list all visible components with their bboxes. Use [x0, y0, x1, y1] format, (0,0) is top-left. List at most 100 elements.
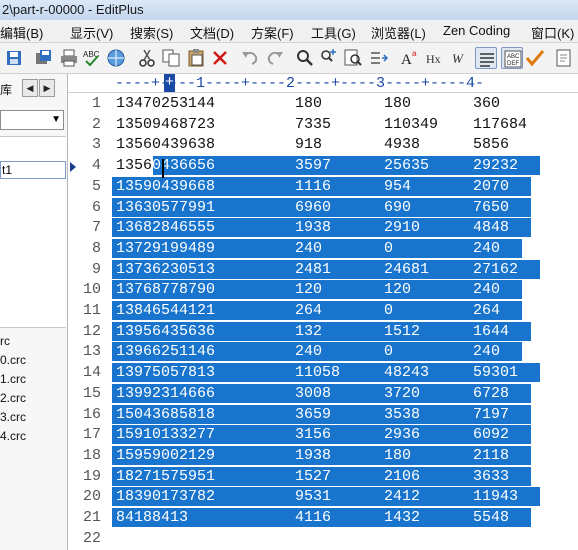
text-cell: 1527: [295, 467, 332, 485]
text-line[interactable]: 13470253144 180 180 360: [106, 93, 578, 113]
text-cell: 59301: [473, 364, 519, 382]
text-cell: 25635: [384, 157, 430, 175]
text-line[interactable]: 13630577991 6960 690 7650: [106, 197, 578, 217]
file-list-item[interactable]: rc: [0, 334, 10, 348]
directory-tree[interactable]: t1: [0, 136, 66, 328]
line-number: 11: [82, 302, 101, 319]
cut-icon[interactable]: [136, 47, 158, 69]
file-list-item[interactable]: 1.crc: [0, 372, 26, 386]
document-icon[interactable]: [553, 47, 575, 69]
text-line[interactable]: 13956435636 132 1512 1644: [106, 321, 578, 341]
word-wrap-icon[interactable]: W: [450, 47, 472, 69]
browser-preview-icon[interactable]: [105, 47, 127, 69]
text-cell: 48243: [384, 364, 430, 382]
find-in-files-icon[interactable]: [342, 47, 364, 69]
text-line[interactable]: 13975057813 11058 48243 59301: [106, 362, 578, 383]
print-icon[interactable]: [58, 47, 80, 69]
text-cell: 13956435636: [116, 322, 216, 340]
text-line[interactable]: 18390173782 9531 2412 11943: [106, 486, 578, 507]
menu-item-8[interactable]: 窗口(K): [531, 23, 574, 42]
text-cell: 2106: [384, 467, 421, 485]
goto-line-icon[interactable]: [368, 47, 390, 69]
line-numbers-icon[interactable]: [475, 47, 497, 69]
text-cell: 13992314666: [116, 384, 216, 402]
check-icon[interactable]: [524, 47, 546, 69]
text-cell: 18390173782: [116, 488, 216, 506]
file-list-item[interactable]: 2.crc: [0, 391, 26, 405]
redo-icon[interactable]: [264, 47, 286, 69]
text-line[interactable]: 13768778790 120 120 240: [106, 279, 578, 300]
copy-icon[interactable]: [160, 47, 182, 69]
text-line[interactable]: 13509468723 7335 110349 117684: [106, 114, 578, 134]
text-cell: 3659: [295, 405, 332, 423]
text-line[interactable]: [106, 528, 578, 548]
line-number: 5: [91, 177, 101, 195]
text-cell: 27162: [473, 260, 519, 278]
line-number: 14: [82, 364, 101, 382]
sidebar-tab-library[interactable]: 库: [0, 81, 12, 98]
save-icon[interactable]: [3, 47, 25, 69]
paste-icon[interactable]: [185, 47, 207, 69]
text-line[interactable]: 13736230513 2481 24681 27162: [106, 259, 578, 279]
line-number: 19: [82, 467, 101, 485]
text-cell: 2412: [384, 488, 421, 506]
text-line[interactable]: 13846544121 264 0 264: [106, 300, 578, 320]
menu-item-6[interactable]: 浏览器(L): [371, 23, 426, 42]
find-icon[interactable]: [294, 47, 316, 69]
toolbar: ABC Aa Hx W ABC DEF: [0, 43, 578, 74]
menu-item-4[interactable]: 方案(F): [251, 23, 294, 42]
menu-item-2[interactable]: 搜索(S): [130, 23, 173, 42]
text-cell: 120: [295, 281, 323, 299]
text-line[interactable]: 13560436656 3597 25635 29232: [106, 155, 578, 176]
menu-item-1[interactable]: 显示(V): [70, 23, 113, 42]
text-cell: 13846544121: [116, 302, 216, 319]
text-line[interactable]: 13729199489 240 0 240: [106, 238, 578, 258]
menu-item-5[interactable]: 工具(G): [311, 23, 356, 42]
text-line[interactable]: 13560439638 918 4938 5856: [106, 134, 578, 154]
file-list-item[interactable]: 0.crc: [0, 353, 26, 367]
menu-item-0[interactable]: 编辑(B): [0, 23, 43, 42]
text-cell: 84188413: [116, 509, 189, 526]
text-cell: 0: [384, 302, 394, 319]
line-number: 4: [91, 157, 101, 175]
text-line[interactable]: 15959002129 1938 180 2118: [106, 445, 578, 465]
save-all-icon[interactable]: [33, 47, 55, 69]
font-icon[interactable]: Aa: [399, 47, 421, 69]
text-cell: 13966251146: [116, 343, 216, 361]
text-cell: 2936: [384, 426, 421, 444]
text-line[interactable]: 84188413 4116 1432 5548: [106, 507, 578, 527]
hex-icon[interactable]: Hx: [424, 47, 446, 69]
text-line[interactable]: 18271575951 1527 2106 3633: [106, 466, 578, 486]
menu-item-3[interactable]: 文档(D): [190, 23, 234, 42]
undo-icon[interactable]: [239, 47, 261, 69]
line-number: 12: [82, 322, 101, 340]
delete-icon[interactable]: [209, 47, 231, 69]
file-list-item[interactable]: 3.crc: [0, 410, 26, 424]
ruler-cursor-marker: +: [164, 74, 175, 92]
text-line[interactable]: 13590439668 1116 954 2070: [106, 176, 578, 196]
replace-icon[interactable]: [318, 47, 340, 69]
text-line[interactable]: 15910133277 3156 2936 6092: [106, 424, 578, 445]
line-number: 10: [82, 281, 101, 299]
spell-check-icon[interactable]: ABC: [81, 47, 103, 69]
tab-scroll-right-icon[interactable]: ▶: [39, 79, 55, 97]
menu-item-7[interactable]: Zen Coding: [443, 23, 510, 38]
text-cell: 264: [473, 302, 501, 319]
text-line[interactable]: 13992314666 3008 3720 6728: [106, 383, 578, 403]
text-line[interactable]: 13966251146 240 0 240: [106, 341, 578, 362]
directory-dropdown[interactable]: ▼: [0, 110, 64, 130]
line-number: 18: [82, 446, 101, 464]
tab-scroll-left-icon[interactable]: ◀: [22, 79, 38, 97]
chevron-down-icon[interactable]: ▼: [51, 114, 61, 125]
text-cell: 11943: [473, 488, 519, 506]
text-cell: 240: [295, 239, 323, 257]
file-list-item[interactable]: 4.crc: [0, 429, 26, 443]
text-cell: 360: [473, 95, 501, 112]
text-cell: 13630577991: [116, 198, 216, 216]
text-line[interactable]: 15043685818 3659 3538 7197: [106, 404, 578, 424]
text-editor[interactable]: 13470253144 180 180 360 13509468723 7335 11034…: [106, 93, 578, 550]
column-select-icon[interactable]: ABC DEF: [501, 47, 523, 69]
text-line[interactable]: 13682846555 1938 2910 4848: [106, 217, 578, 238]
tree-item-selected[interactable]: t1: [0, 161, 66, 179]
text-cell: 2070: [473, 177, 510, 195]
